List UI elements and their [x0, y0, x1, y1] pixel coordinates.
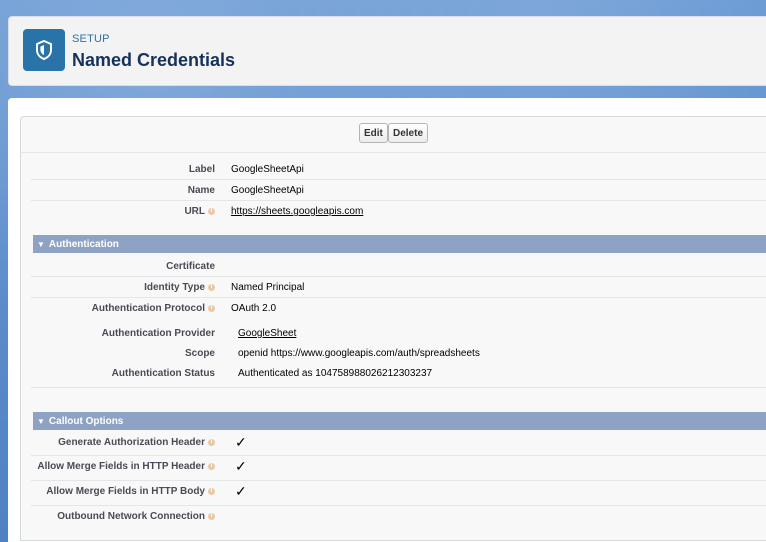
- field-label: Scope: [184, 348, 215, 359]
- detail-row-protocol: Authentication Protocol i OAuth 2.0: [21, 298, 766, 319]
- shield-icon: [23, 29, 65, 71]
- detail-row-label: Label GoogleSheetApi: [21, 159, 766, 180]
- field-label: URL i: [184, 206, 215, 217]
- help-icon[interactable]: i: [208, 284, 215, 291]
- page-title: Named Credentials: [72, 50, 236, 70]
- help-icon[interactable]: i: [208, 463, 215, 470]
- detail-panel: Edit Delete Label GoogleSheetApi Name Go…: [20, 116, 766, 541]
- field-value: Named Principal: [231, 282, 305, 293]
- field-value: OAuth 2.0: [231, 303, 277, 314]
- detail-row-outbound-connection: Outbound Network Connection i: [21, 506, 766, 527]
- help-icon[interactable]: i: [208, 513, 215, 520]
- url-link[interactable]: https://sheets.googleapis.com: [231, 206, 363, 217]
- field-label: Certificate: [166, 261, 215, 272]
- check-icon: ✓: [235, 483, 247, 499]
- field-label: Outbound Network Connection i: [57, 511, 215, 522]
- help-icon[interactable]: i: [208, 305, 215, 312]
- help-icon[interactable]: i: [208, 208, 215, 215]
- detail-row-merge-header: Allow Merge Fields in HTTP Header i ✓: [21, 456, 766, 481]
- detail-row-scope: Scope openid https://www.googleapis.com/…: [21, 343, 766, 364]
- collapse-icon: ▼: [37, 239, 45, 249]
- field-value: Authenticated as 104758988026212303237: [238, 368, 433, 379]
- field-label: Name: [187, 185, 215, 196]
- help-icon[interactable]: i: [208, 488, 215, 495]
- detail-row-merge-body: Allow Merge Fields in HTTP Body i ✓: [21, 481, 766, 506]
- main-content: Edit Delete Label GoogleSheetApi Name Go…: [8, 98, 766, 542]
- field-label: Allow Merge Fields in HTTP Body i: [46, 486, 215, 497]
- field-label: Authentication Protocol i: [92, 303, 215, 314]
- field-value: GoogleSheetApi: [231, 185, 304, 196]
- detail-row-url: URL i https://sheets.googleapis.com: [21, 201, 766, 222]
- button-row: Edit Delete: [21, 117, 766, 153]
- section-authentication[interactable]: ▼ Authentication: [33, 235, 766, 253]
- section-title: Authentication: [48, 238, 119, 250]
- page-header: SETUP Named Credentials: [8, 16, 766, 86]
- field-label: Label: [188, 164, 215, 175]
- field-label: Authentication Status: [111, 368, 215, 379]
- detail-row-certificate: Certificate: [21, 256, 766, 277]
- field-value: GoogleSheetApi: [231, 164, 304, 175]
- field-label: Authentication Provider: [101, 328, 215, 339]
- check-icon: ✓: [235, 458, 247, 474]
- check-icon: ✓: [235, 434, 247, 450]
- edit-button[interactable]: Edit: [359, 123, 388, 143]
- field-label: Generate Authorization Header i: [58, 437, 215, 448]
- detail-row-name: Name GoogleSheetApi: [21, 180, 766, 201]
- collapse-icon: ▼: [37, 416, 45, 426]
- field-label: Identity Type i: [144, 282, 215, 293]
- detail-row-provider: Authentication Provider GoogleSheet: [21, 323, 766, 344]
- field-label: Allow Merge Fields in HTTP Header i: [37, 461, 215, 472]
- breadcrumb: SETUP: [72, 33, 110, 45]
- help-icon[interactable]: i: [208, 439, 215, 446]
- section-callout-options[interactable]: ▼ Callout Options: [33, 412, 766, 430]
- provider-link[interactable]: GoogleSheet: [238, 328, 296, 339]
- section-title: Callout Options: [48, 415, 124, 427]
- delete-button[interactable]: Delete: [388, 123, 429, 143]
- detail-row-identity-type: Identity Type i Named Principal: [21, 277, 766, 298]
- detail-row-generate-auth-header: Generate Authorization Header i ✓: [21, 432, 766, 456]
- field-value: openid https://www.googleapis.com/auth/s…: [238, 348, 480, 359]
- detail-row-status: Authentication Status Authenticated as 1…: [21, 363, 766, 388]
